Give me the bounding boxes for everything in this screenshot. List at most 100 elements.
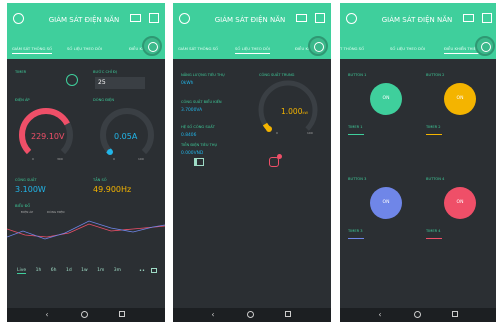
back-icon[interactable] (179, 13, 190, 24)
cost-value: 0.000VND (181, 151, 204, 156)
timer1-label: TIMER 1 (348, 125, 363, 129)
power-factor-value: 0.8406 (181, 133, 197, 138)
button1-label: BUTTON 1 (348, 73, 367, 77)
range-1w[interactable]: 1w (81, 268, 88, 273)
nav-recents-icon[interactable] (452, 311, 458, 317)
timer4-underline (426, 238, 442, 239)
nav-home-icon[interactable] (247, 311, 254, 318)
refresh-fab-button[interactable] (475, 36, 495, 56)
timer4-label: TIMER 4 (426, 229, 441, 233)
voltage-min: 0 (32, 157, 34, 161)
voltage-value: 229.10V (31, 132, 65, 141)
app-bar: GIÁM SÁT ĐIỆN NĂN (340, 3, 496, 41)
legend-voltage: ĐIỆN ÁP (21, 210, 34, 214)
device-icon[interactable] (296, 14, 307, 22)
current-max: 100 (138, 157, 144, 161)
avg-power-number: 1.000 (281, 107, 303, 116)
button3-toggle[interactable]: ON (370, 187, 402, 219)
voltage-label: ĐIỆN ÁP (15, 98, 30, 102)
apparent-power-value: 3.7000VA (181, 108, 203, 113)
avg-power-min: 0 (276, 131, 278, 135)
avg-power-max: 100 (307, 131, 313, 135)
tab-tracking[interactable]: SỐ LIỆU THEO DÕI (390, 46, 425, 51)
tab-bar: T THÔNG SỐ SỐ LIỆU THEO DÕI ĐIỀU KHIỂN T… (340, 41, 496, 59)
settings-square-icon[interactable] (149, 13, 159, 23)
clock-icon[interactable] (66, 74, 78, 86)
tab-monitoring[interactable]: T THÔNG SỐ (340, 46, 364, 51)
timer3-underline (348, 238, 364, 239)
range-1m[interactable]: 1m (97, 268, 104, 273)
timer2-label: TIMER 2 (426, 125, 441, 129)
device-icon[interactable] (463, 14, 474, 22)
avg-power-gauge-dot (266, 126, 272, 132)
app-bar: GIÁM SÁT ĐIỆN NĂN (7, 3, 165, 41)
phone-screen-control: GIÁM SÁT ĐIỆN NĂN T THÔNG SỐ SỐ LIỆU THE… (340, 3, 496, 322)
current-series-line (7, 220, 165, 240)
nav-back-icon[interactable]: ‹ (209, 311, 217, 319)
power-factor-label: HỆ SỐ CÔNG SUẤT (181, 125, 215, 129)
energy-value: 0kWh (181, 81, 194, 86)
system-nav-bar: ‹ (173, 308, 331, 322)
step-label: BƯỚC CHỈ ĐỊ (93, 70, 117, 74)
button3-label: BUTTON 3 (348, 177, 367, 181)
range-6h[interactable]: 6h (51, 268, 57, 273)
time-range-selector: Live 1h 6h 1d 1w 1m 3m (17, 268, 129, 274)
legend-current: DÒNG ĐIỆN (47, 210, 65, 214)
range-live[interactable]: Live (17, 268, 27, 274)
timer2-underline (426, 134, 442, 135)
app-title: GIÁM SÁT ĐIỆN NĂN (214, 16, 286, 24)
button4-toggle[interactable]: ON (444, 187, 476, 219)
nav-back-icon[interactable]: ‹ (376, 311, 384, 319)
phone-screen-monitoring: GIÁM SÁT ĐIỆN NĂN GIÁM SÁT THÔNG SỐ SỐ L… (7, 3, 165, 322)
avg-power-unit: kW (302, 111, 308, 115)
refresh-fab-button[interactable] (308, 36, 328, 56)
range-3m[interactable]: 3m (114, 268, 121, 273)
settings-square-icon[interactable] (482, 13, 492, 23)
chart-label: BIỂU ĐỒ (15, 204, 31, 208)
tab-monitoring[interactable]: GIÁM SÁT THÔNG SỐ (12, 46, 53, 54)
phone-screen-tracking: GIÁM SÁT ĐIỆN NĂN GIÁM SÁT THÔNG SỐ SỐ L… (173, 3, 331, 322)
button2-toggle[interactable]: ON (444, 83, 476, 115)
nav-recents-icon[interactable] (285, 311, 291, 317)
current-min: 0 (113, 157, 115, 161)
back-icon[interactable] (346, 13, 357, 24)
voltage-series-line (7, 223, 165, 238)
nav-home-icon[interactable] (414, 311, 421, 318)
app-bar: GIÁM SÁT ĐIỆN NĂN (173, 3, 331, 41)
current-label: DÒNG ĐIỆN (93, 98, 115, 102)
more-icon[interactable]: •• (139, 268, 145, 274)
avg-power-label: CÔNG SUẤT TRUNG (259, 73, 295, 77)
avg-power-value: 1.000kW (281, 107, 308, 116)
tab-tracking[interactable]: SỐ LIỆU THEO DÕI (235, 46, 271, 54)
settings-square-icon[interactable] (315, 13, 325, 23)
button2-label: BUTTON 2 (426, 73, 445, 77)
expand-icon[interactable] (151, 268, 157, 273)
device-icon[interactable] (130, 14, 141, 22)
app-title: GIÁM SÁT ĐIỆN NĂN (48, 16, 120, 24)
power-value: 3.100W (15, 185, 46, 194)
back-icon[interactable] (13, 13, 24, 24)
system-nav-bar: ‹ (7, 308, 165, 322)
tab-monitoring[interactable]: GIÁM SÁT THÔNG SỐ (178, 46, 218, 51)
energy-label: NĂNG LƯỢNG TIÊU THỤ (181, 73, 225, 77)
range-1h[interactable]: 1h (36, 268, 42, 273)
tab-tracking[interactable]: SỐ LIỆU THEO DÕI (67, 46, 102, 51)
power-label: CÔNG SUẤT (15, 178, 37, 182)
timer3-label: TIMER 3 (348, 229, 363, 233)
nav-home-icon[interactable] (81, 311, 88, 318)
cost-label: TIỀN ĐIỆN TIÊU THỤ (181, 143, 218, 147)
nav-recents-icon[interactable] (119, 311, 125, 317)
button4-label: BUTTON 4 (426, 177, 445, 181)
range-1d[interactable]: 1d (66, 268, 72, 273)
table-icon[interactable] (194, 158, 204, 166)
frequency-value: 49.900Hz (93, 185, 132, 194)
refresh-fab-button[interactable] (142, 36, 162, 56)
button1-toggle[interactable]: ON (370, 83, 402, 115)
frequency-label: TẦN SỐ (93, 178, 107, 182)
current-value: 0.05A (114, 132, 138, 141)
step-input[interactable]: 25 (95, 77, 145, 89)
timer-label: TIMER (15, 70, 27, 74)
nav-back-icon[interactable]: ‹ (43, 311, 51, 319)
voltage-max: 300 (57, 157, 63, 161)
current-gauge-dot (107, 149, 113, 155)
